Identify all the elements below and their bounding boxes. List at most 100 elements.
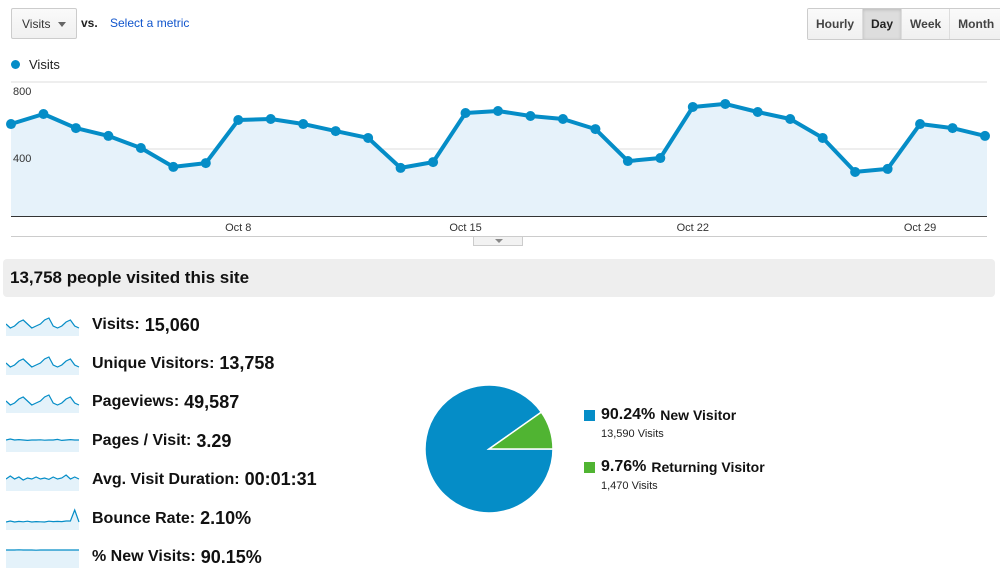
metric-row[interactable]: Pageviews: 49,587 (6, 387, 366, 417)
new-visitor-visits: 13,590 Visits (601, 428, 664, 440)
data-point[interactable] (850, 166, 861, 177)
data-point[interactable] (103, 130, 114, 141)
week-button[interactable]: Week (901, 9, 950, 39)
metric-value: 3.29 (196, 430, 232, 451)
metric-value: 49,587 (184, 391, 240, 412)
new-visitor-percent: 90.24% (601, 406, 656, 423)
data-point[interactable] (882, 163, 893, 174)
data-point[interactable] (980, 130, 990, 141)
sparkline-area (6, 549, 79, 569)
metric-select[interactable]: Visits (11, 8, 77, 39)
select-metric-link[interactable]: Select a metric (110, 16, 189, 30)
data-point[interactable] (817, 132, 828, 143)
metric-value: 15,060 (144, 314, 200, 335)
metric-value: 90.15% (200, 546, 262, 567)
sparkline (6, 507, 80, 530)
x-tick-label: Oct 15 (449, 222, 481, 234)
data-point[interactable] (233, 115, 244, 126)
sparkline (6, 438, 79, 453)
x-tick-label: Oct 22 (677, 222, 709, 234)
sparkline (6, 474, 80, 491)
data-point[interactable] (363, 132, 374, 143)
metric-row[interactable]: % New Visits: 90.15% (6, 542, 366, 572)
data-point[interactable] (460, 107, 471, 118)
y-tick-label: 400 (13, 153, 31, 165)
returning-visitor-swatch (584, 461, 595, 473)
legend-label: Visits (29, 57, 60, 72)
data-point[interactable] (70, 123, 81, 134)
data-point[interactable] (395, 162, 406, 173)
returning-visitor-label: Returning Visitor (651, 459, 765, 475)
data-point[interactable] (493, 105, 503, 116)
sparkline-area (6, 439, 79, 453)
new-visitor-swatch (584, 409, 595, 421)
metric-row[interactable]: Unique Visitors: 13,758 (6, 349, 366, 379)
metric-row[interactable]: Avg. Visit Duration: 00:01:31 (6, 465, 366, 495)
data-point[interactable] (6, 119, 16, 130)
day-button[interactable]: Day (862, 9, 902, 39)
metric-value: 00:01:31 (244, 469, 317, 490)
metric-label: Unique Visitors: (92, 354, 215, 372)
month-button[interactable]: Month (949, 9, 1000, 39)
x-tick-label: Oct 29 (904, 222, 936, 234)
data-point[interactable] (135, 142, 146, 153)
chart-legend: Visits (11, 57, 60, 72)
sparkline (6, 549, 79, 569)
data-point[interactable] (752, 106, 763, 117)
data-point[interactable] (168, 161, 179, 172)
sparkline-area (6, 509, 79, 530)
data-point[interactable] (622, 156, 633, 167)
data-point[interactable] (947, 123, 958, 134)
data-point[interactable] (525, 111, 536, 122)
data-point[interactable] (38, 108, 49, 119)
visits-line-chart: 400 800 Oct 8 Oct 15 Oct 22 Oct 29 (6, 81, 990, 237)
data-point[interactable] (687, 101, 698, 112)
data-point[interactable] (330, 126, 341, 137)
metric-row[interactable]: Bounce Rate: 2.10% (6, 504, 366, 534)
data-point[interactable] (655, 153, 666, 164)
chevron-down-icon (58, 22, 66, 27)
new-visitor-label: New Visitor (660, 407, 737, 423)
collapse-chart-toggle[interactable] (473, 237, 523, 246)
pie-legend-new-visitor: 90.24% New Visitor 13,590 Visits (584, 406, 736, 440)
metric-row[interactable]: Visits: 15,060 (6, 310, 366, 340)
data-point[interactable] (720, 98, 731, 109)
summary-headline: 13,758 people visited this site (10, 268, 250, 287)
sparkline (6, 394, 80, 414)
metric-value: 2.10% (200, 508, 252, 528)
visits-area (11, 103, 987, 216)
sparkline (6, 355, 80, 375)
returning-visitor-percent: 9.76% (601, 458, 647, 475)
date-granularity-toggle: Hourly Day Week Month (807, 8, 1000, 40)
metric-row[interactable]: Pages / Visit: 3.29 (6, 426, 366, 456)
metric-select-label: Visits (22, 16, 51, 31)
data-point[interactable] (298, 119, 309, 130)
metric-label: Pages / Visit: (92, 432, 192, 450)
data-point[interactable] (557, 114, 568, 125)
sparkline-line (6, 438, 79, 442)
data-point[interactable] (915, 119, 926, 130)
data-point[interactable] (200, 158, 211, 169)
sparkline (6, 317, 80, 336)
metric-value: 13,758 (219, 353, 275, 374)
data-point[interactable] (265, 114, 276, 125)
summary-bar: 13,758 people visited this site (3, 259, 995, 297)
pie-legend-returning-visitor: 9.76% Returning Visitor 1,470 Visits (584, 458, 765, 492)
metric-label: Visits: (92, 316, 140, 333)
visitor-type-pie-chart (424, 384, 554, 514)
data-point[interactable] (428, 157, 439, 168)
data-point[interactable] (590, 124, 601, 135)
legend-dot-icon (11, 60, 20, 69)
metric-label: % New Visits: (92, 548, 196, 566)
metric-label: Avg. Visit Duration: (92, 470, 240, 488)
x-tick-label: Oct 8 (225, 222, 251, 234)
metric-label: Bounce Rate: (92, 509, 196, 527)
hourly-button[interactable]: Hourly (808, 9, 863, 39)
caret-down-icon (495, 239, 503, 243)
metric-label: Pageviews: (92, 393, 180, 411)
y-tick-label: 800 (13, 86, 31, 98)
sparkline-line (6, 507, 80, 523)
returning-visitor-visits: 1,470 Visits (601, 480, 658, 492)
data-point[interactable] (785, 114, 796, 125)
vs-label: vs. (81, 16, 98, 30)
